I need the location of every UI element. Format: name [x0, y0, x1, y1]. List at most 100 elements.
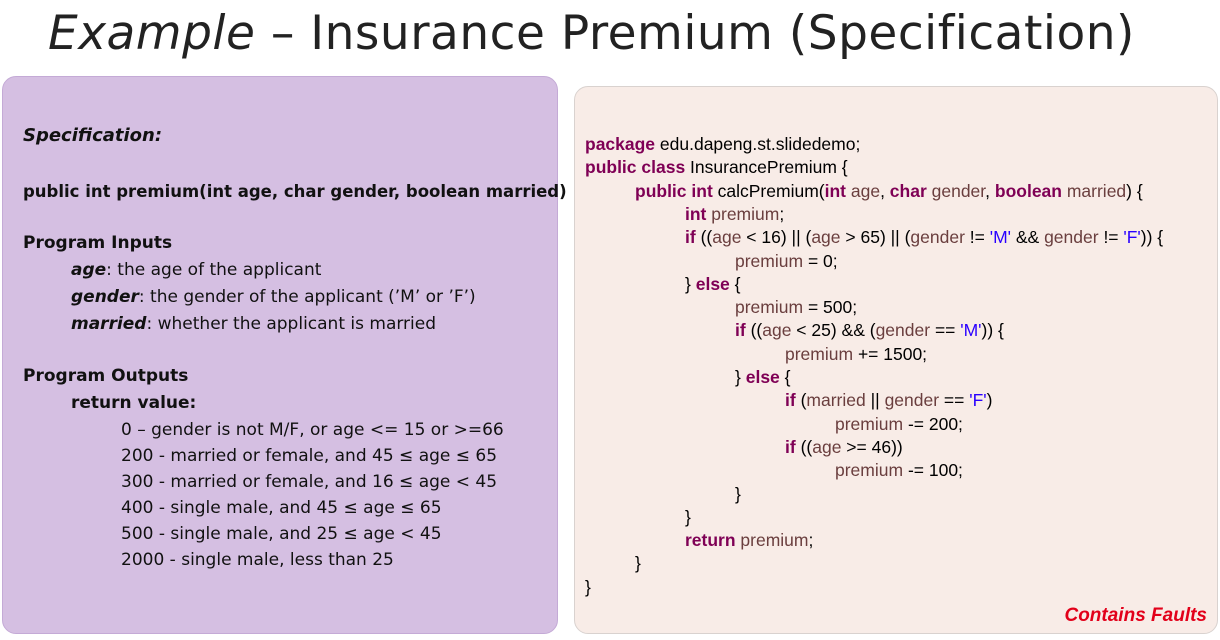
code-text: &&: [1011, 227, 1045, 248]
code-variable: age: [811, 227, 841, 248]
code-keyword: package: [585, 134, 656, 154]
code-text: < 25) && (: [791, 320, 876, 341]
slide-title: Example – Insurance Premium (Specificati…: [48, 6, 1135, 61]
code-string: 'F': [969, 390, 987, 411]
code-line: if ((age >= 46)): [785, 437, 903, 458]
output-item: 500 - single male, and 25 ≤ age < 45: [121, 524, 442, 544]
input-name: age: [71, 260, 107, 280]
code-keyword: boolean: [994, 180, 1062, 201]
code-variable: gender: [1044, 227, 1099, 248]
code-variable: married: [1061, 180, 1127, 201]
code-line: }: [635, 553, 641, 574]
code-text: ==: [939, 390, 970, 411]
code-text: !=: [1098, 227, 1124, 248]
code-variable: premium: [835, 460, 904, 481]
code-text: > 65) || (: [840, 227, 911, 248]
code-text: ): [986, 390, 993, 411]
code-variable: age: [846, 180, 881, 201]
code-line: } else {: [735, 367, 791, 388]
code-variable: married: [806, 390, 866, 411]
code-keyword: return: [685, 530, 736, 551]
code-text: }: [685, 273, 696, 294]
code-text: = 500;: [803, 297, 858, 318]
code-keyword: else: [745, 367, 780, 387]
code-variable: premium: [735, 530, 809, 551]
code-variable: gender: [875, 320, 931, 341]
code-line: }: [585, 577, 591, 598]
code-text: {: [779, 367, 791, 387]
code-text: (: [795, 390, 807, 411]
inputs-heading: Program Inputs: [23, 233, 173, 253]
input-item: age: the age of the applicant: [71, 260, 321, 280]
specification-panel: Specification: public int premium(int ag…: [2, 76, 567, 634]
code-text: ,: [985, 180, 995, 201]
code-line: if ((age < 16) || (age > 65) || (gender …: [685, 227, 1163, 248]
input-name: gender: [71, 287, 139, 307]
code-text: ||: [865, 390, 885, 411]
code-variable: premium: [706, 203, 780, 224]
code-variable: premium: [735, 250, 804, 271]
code-keyword: if: [785, 390, 796, 411]
input-name: married: [71, 314, 147, 334]
code-text: >= 46)): [841, 436, 903, 457]
method-signature: public int premium(int age, char gender,…: [23, 182, 567, 201]
code-text: {: [729, 273, 741, 294]
code-text: calcPremium(: [712, 180, 825, 201]
code-text: !=: [964, 227, 990, 248]
code-line: } else {: [685, 274, 741, 295]
contains-faults-note: Contains Faults: [1064, 605, 1207, 626]
spec-heading: Specification:: [23, 125, 163, 146]
code-line: if ((age < 25) && (gender == 'M')) {: [735, 320, 1004, 341]
code-text: }: [735, 367, 746, 387]
code-text: ((: [695, 227, 713, 248]
code-string: 'M': [960, 320, 982, 341]
input-item: married: whether the applicant is marrie…: [71, 314, 436, 334]
code-keyword: public class: [585, 157, 686, 178]
code-text: ((: [795, 436, 813, 457]
code-text: ((: [745, 320, 763, 341]
code-line: premium -= 100;: [835, 460, 963, 481]
output-item: 200 - married or female, and 45 ≤ age ≤ …: [121, 446, 498, 466]
code-string: 'M': [989, 227, 1011, 248]
code-text: }: [635, 553, 641, 574]
code-line: premium += 1500;: [785, 344, 927, 365]
return-value-label: return value:: [71, 393, 197, 413]
slide-title-italic: Example: [48, 6, 256, 61]
code-keyword: int: [685, 203, 707, 224]
outputs-heading: Program Outputs: [23, 366, 189, 386]
output-item: 0 – gender is not M/F, or age <= 15 or >…: [121, 420, 504, 440]
code-variable: premium: [785, 343, 854, 364]
output-item: 300 - married or female, and 16 ≤ age < …: [121, 472, 498, 492]
code-variable: gender: [910, 227, 965, 248]
code-line: premium = 500;: [735, 297, 857, 318]
input-desc: : the age of the applicant: [106, 260, 322, 280]
code-text: < 16) || (: [741, 227, 812, 248]
output-item: 2000 - single male, less than 25: [121, 550, 394, 570]
code-line: package edu.dapeng.st.slidedemo;: [585, 134, 860, 155]
code-keyword: if: [785, 436, 796, 457]
code-variable: premium: [735, 297, 804, 318]
code-line: int premium;: [685, 204, 784, 225]
code-keyword: if: [685, 227, 696, 248]
output-item: 400 - single male, and 45 ≤ age ≤ 65: [121, 498, 442, 518]
code-text: }: [585, 576, 591, 597]
code-text: = 0;: [803, 250, 838, 271]
code-string: 'F': [1123, 227, 1141, 248]
code-text: }: [735, 483, 741, 504]
code-line: premium = 0;: [735, 251, 838, 272]
code-text: ,: [880, 180, 890, 201]
code-variable: gender: [926, 180, 986, 201]
code-variable: age: [762, 320, 792, 341]
code-keyword: int: [824, 180, 846, 201]
code-text: ) {: [1126, 180, 1143, 201]
code-variable: premium: [835, 413, 904, 434]
code-line: public int calcPremium(int age, char gen…: [635, 181, 1143, 202]
code-line: public class InsurancePremium {: [585, 157, 848, 178]
input-item: gender: the gender of the applicant (’M’…: [71, 287, 476, 307]
input-desc: : whether the applicant is married: [146, 314, 437, 334]
slide-title-rest: – Insurance Premium (Specification): [255, 6, 1135, 61]
code-text: ;: [779, 203, 785, 224]
code-line: }: [735, 484, 741, 505]
code-text: edu.dapeng.st.slidedemo;: [655, 134, 861, 154]
code-keyword: else: [695, 273, 730, 294]
